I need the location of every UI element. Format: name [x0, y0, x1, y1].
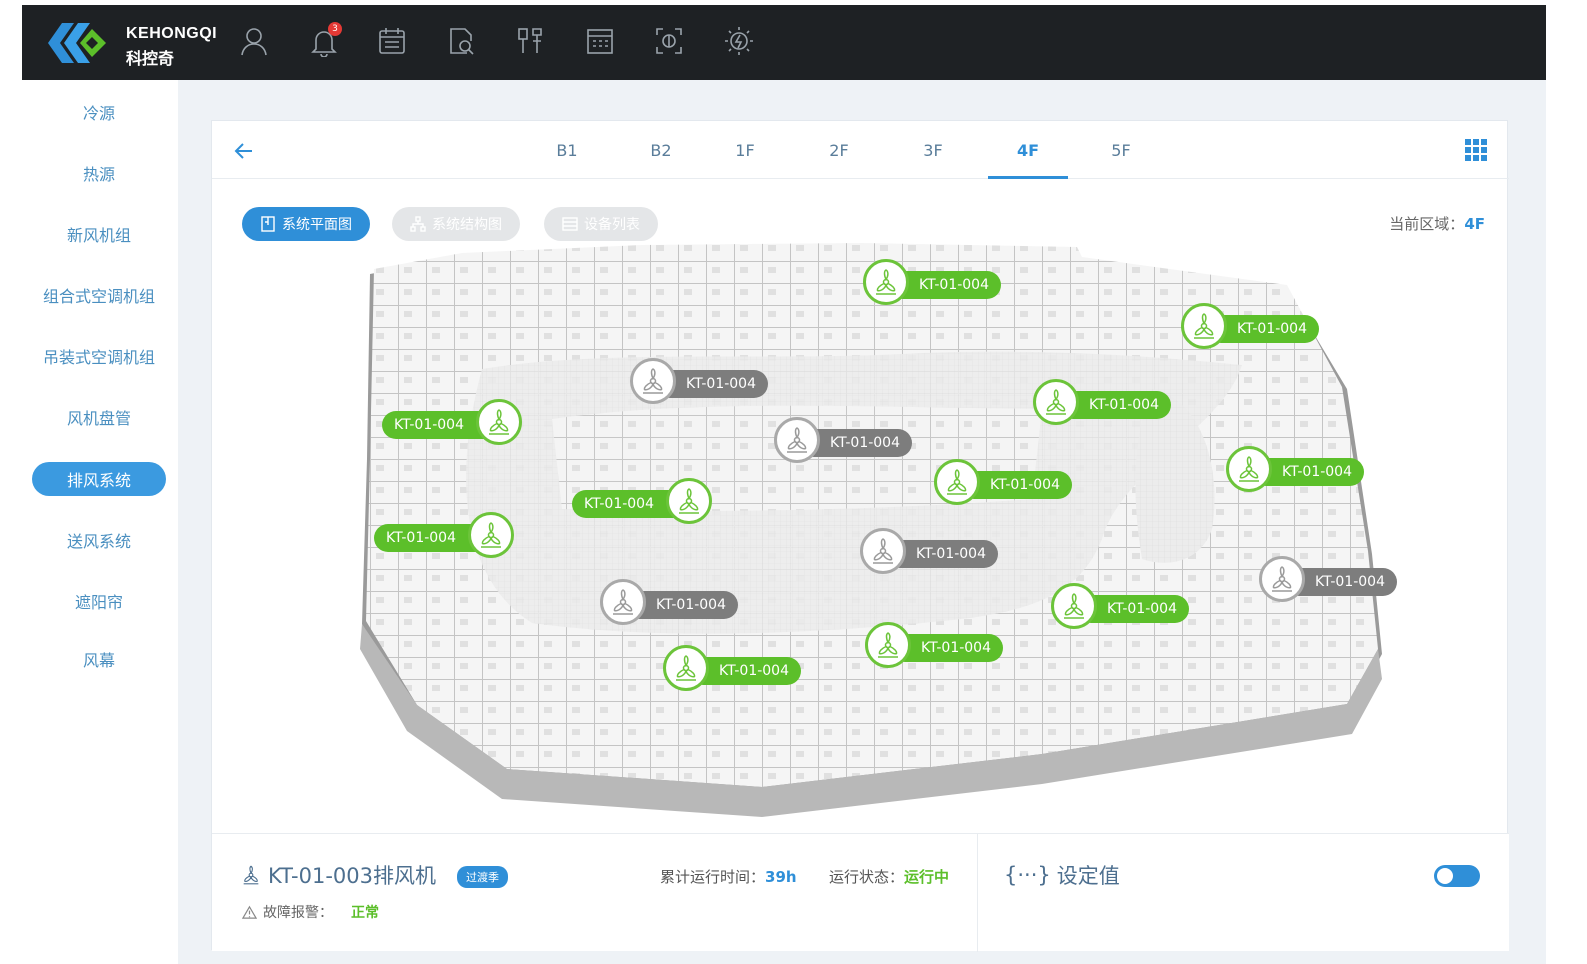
logo-mark-icon: [48, 23, 106, 63]
fault-value: 正常: [351, 905, 379, 921]
runtime-value: 39h: [765, 868, 797, 886]
app-window: KEHONGQI 科控奇 3 冷源 热源 新风机组 组合式空调机组 吊装式空调机…: [22, 5, 1546, 964]
sidebar-item-fan-coil[interactable]: 风机盘管: [32, 400, 166, 434]
run-state-label: 运行状态：: [829, 868, 905, 886]
fan-marker-icon: [630, 358, 676, 404]
top-navbar: KEHONGQI 科控奇 3: [22, 5, 1546, 80]
fan-marker-icon: [934, 459, 980, 505]
runtime-label: 累计运行时间：: [660, 868, 766, 886]
fan-marker-icon: [1181, 303, 1227, 349]
run-state-info: 运行状态：运行中: [829, 866, 949, 887]
settings-label: 设定值: [1056, 864, 1120, 888]
fan-marker-icon: [774, 417, 820, 463]
structure-icon: [410, 216, 426, 232]
sidebar-item-cold-source[interactable]: 冷源: [32, 95, 166, 129]
tab-b2[interactable]: B2: [621, 121, 701, 179]
calendar-icon[interactable]: [374, 23, 410, 59]
view-structure-button[interactable]: 系统结构图: [392, 207, 520, 241]
main-panel: B1 B2 1F 2F 3F 4F 5F 系统平面图 系统结构图 设备列表 当前…: [211, 120, 1509, 952]
run-state-value: 运行中: [904, 868, 950, 886]
notification-badge: 3: [328, 22, 342, 36]
logo-text-en: KEHONGQI: [126, 25, 218, 42]
settings-title: {···} 设定值: [1004, 860, 1120, 890]
view-plan-label: 系统平面图: [282, 217, 352, 233]
logo-text-cn: 科控奇: [126, 49, 175, 68]
list-icon: [562, 217, 578, 231]
fan-marker-icon: [476, 399, 522, 445]
fan-marker-icon: [1051, 583, 1097, 629]
tab-3f[interactable]: 3F: [893, 121, 973, 179]
device-info-panel: KT-01-003排风机 过渡季 累计运行时间：39h 运行状态：运行中 故障报…: [212, 833, 1509, 952]
settings-braces-icon: {···}: [1004, 863, 1051, 887]
document-search-icon[interactable]: [443, 23, 479, 59]
user-icon[interactable]: [236, 23, 272, 59]
tab-1f[interactable]: 1F: [705, 121, 785, 179]
view-structure-label: 系统结构图: [432, 217, 502, 233]
fan-marker-icon: [865, 622, 911, 668]
fan-marker-icon: [666, 478, 712, 524]
plan-icon: [261, 216, 275, 232]
view-list-button[interactable]: 设备列表: [544, 207, 658, 241]
brand-logo[interactable]: KEHONGQI 科控奇: [48, 19, 218, 68]
grid-view-icon[interactable]: [1465, 139, 1487, 161]
sidebar-item-ceiling-ahu[interactable]: 吊装式空调机组: [32, 339, 166, 373]
device-name: KT-01-003排风机: [268, 864, 436, 888]
sidebar-item-fresh-air-unit[interactable]: 新风机组: [32, 217, 166, 251]
fan-marker-icon: [1259, 556, 1305, 602]
view-list-label: 设备列表: [584, 217, 640, 233]
sidebar-item-heat-source[interactable]: 热源: [32, 156, 166, 190]
sidebar: 冷源 热源 新风机组 组合式空调机组 吊装式空调机组 风机盘管 排风系统 送风系…: [22, 80, 178, 964]
scan-icon[interactable]: [651, 23, 687, 59]
bell-icon[interactable]: 3: [306, 22, 342, 59]
season-badge: 过渡季: [457, 866, 508, 888]
tab-b1[interactable]: B1: [527, 121, 607, 179]
sidebar-item-sunshade[interactable]: 遮阳帘: [32, 584, 166, 618]
fan-marker-icon: [663, 645, 709, 691]
current-region: 当前区域：4F: [1389, 213, 1485, 234]
schedule-icon[interactable]: [582, 23, 618, 59]
tab-4f[interactable]: 4F: [988, 121, 1068, 179]
fault-alarm: 故障报警： 正常: [242, 902, 379, 922]
tools-icon[interactable]: [512, 23, 548, 59]
device-title: KT-01-003排风机: [240, 860, 436, 890]
fan-marker-icon: [600, 579, 646, 625]
sidebar-item-air-curtain[interactable]: 风幕: [32, 642, 166, 676]
sidebar-item-combined-ahu[interactable]: 组合式空调机组: [32, 278, 166, 312]
fan-icon: [243, 865, 259, 885]
region-label: 当前区域：: [1389, 215, 1465, 233]
settings-toggle[interactable]: [1434, 865, 1480, 887]
fan-marker-icon: [860, 528, 906, 574]
energy-icon[interactable]: [721, 23, 757, 59]
sidebar-item-exhaust-system[interactable]: 排风系统: [32, 462, 166, 496]
warning-icon: [242, 905, 257, 919]
tab-2f[interactable]: 2F: [799, 121, 879, 179]
runtime-info: 累计运行时间：39h: [660, 866, 797, 887]
tab-5f[interactable]: 5F: [1081, 121, 1161, 179]
panel-divider: [977, 834, 978, 952]
fan-marker-icon: [1226, 446, 1272, 492]
fault-label: 故障报警：: [263, 905, 333, 921]
fan-marker-icon: [1033, 379, 1079, 425]
fan-marker-icon: [468, 512, 514, 558]
sidebar-item-supply-system[interactable]: 送风系统: [32, 523, 166, 557]
fan-marker-icon: [863, 259, 909, 305]
back-arrow-icon[interactable]: [232, 139, 256, 163]
view-plan-button[interactable]: 系统平面图: [242, 207, 370, 241]
floor-tabs: B1 B2 1F 2F 3F 4F 5F: [212, 121, 1509, 179]
region-value: 4F: [1464, 215, 1485, 233]
